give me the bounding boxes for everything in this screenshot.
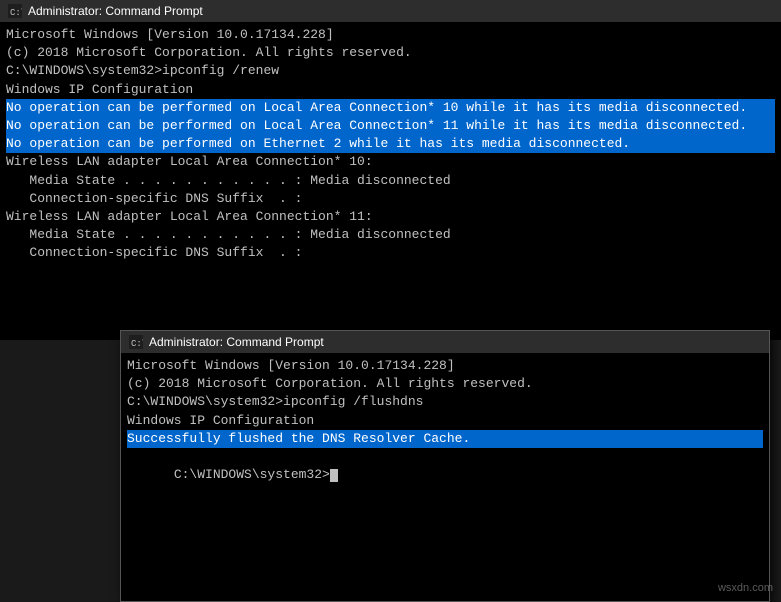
bottom-content: Microsoft Windows [Version 10.0.17134.22…: [121, 353, 769, 601]
cmd-line: Windows IP Configuration: [127, 412, 763, 430]
bottom-title: Administrator: Command Prompt: [149, 335, 324, 349]
svg-text:C:\: C:\: [10, 8, 22, 18]
cmd-line: C:\WINDOWS\system32>ipconfig /renew: [6, 62, 775, 80]
cmd-line-highlight: No operation can be performed on Etherne…: [6, 135, 775, 153]
bottom-titlebar[interactable]: C:\ Administrator: Command Prompt: [121, 331, 769, 353]
cmd-window-bottom: C:\ Administrator: Command Prompt Micros…: [120, 330, 770, 602]
cmd-icon: C:\: [8, 4, 22, 18]
cmd-line: Wireless LAN adapter Local Area Connecti…: [6, 153, 775, 171]
cmd-line-highlight: No operation can be performed on Local A…: [6, 117, 775, 135]
cmd-line: Connection-specific DNS Suffix . :: [6, 244, 775, 262]
cmd-line: Microsoft Windows [Version 10.0.17134.22…: [6, 26, 775, 44]
svg-text:C:\: C:\: [131, 339, 143, 349]
cmd-icon-bottom: C:\: [129, 335, 143, 349]
cmd-line: Media State . . . . . . . . . . . : Medi…: [6, 172, 775, 190]
cmd-line: C:\WINDOWS\system32>: [127, 448, 763, 503]
cmd-line: Wireless LAN adapter Local Area Connecti…: [6, 208, 775, 226]
cmd-line: (c) 2018 Microsoft Corporation. All righ…: [6, 44, 775, 62]
cmd-window-top: C:\ Administrator: Command Prompt Micros…: [0, 0, 781, 340]
cmd-line-highlight: Successfully flushed the DNS Resolver Ca…: [127, 430, 763, 448]
cmd-line-highlight: No operation can be performed on Local A…: [6, 99, 775, 117]
cmd-line: C:\WINDOWS\system32>ipconfig /flushdns: [127, 393, 763, 411]
top-titlebar[interactable]: C:\ Administrator: Command Prompt: [0, 0, 781, 22]
cursor: [330, 469, 338, 482]
cmd-line: Media State . . . . . . . . . . . : Medi…: [6, 226, 775, 244]
cmd-line: (c) 2018 Microsoft Corporation. All righ…: [127, 375, 763, 393]
top-title: Administrator: Command Prompt: [28, 4, 203, 18]
top-content: Microsoft Windows [Version 10.0.17134.22…: [0, 22, 781, 340]
watermark: wsxdn.com: [718, 582, 773, 594]
cmd-line: Windows IP Configuration: [6, 81, 775, 99]
cmd-line: Connection-specific DNS Suffix . :: [6, 190, 775, 208]
cmd-line: Microsoft Windows [Version 10.0.17134.22…: [127, 357, 763, 375]
